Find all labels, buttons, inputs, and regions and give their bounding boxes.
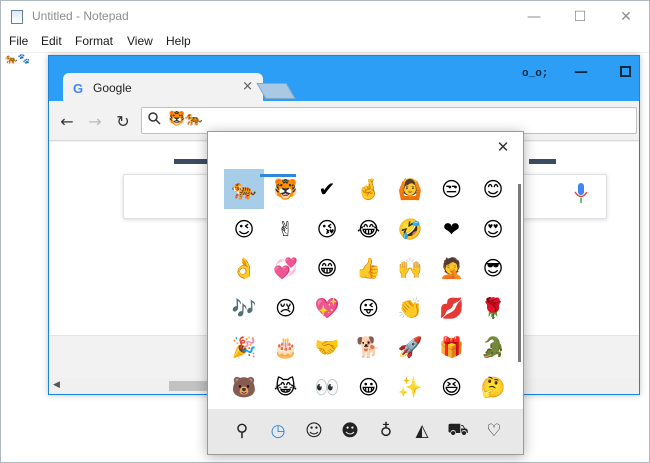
close-icon[interactable]: ✕ <box>603 1 649 32</box>
active-tab-indicator <box>260 174 296 177</box>
emoji-item[interactable]: 🎂 <box>266 327 306 367</box>
tab-people-icon[interactable]: ☻ <box>337 418 363 444</box>
emoji-item[interactable]: 🚀 <box>390 327 430 367</box>
emoji-item[interactable]: 😆 <box>432 367 472 407</box>
emoji-item[interactable]: 😂 <box>349 209 389 249</box>
emoji-item[interactable]: 💞 <box>266 248 306 288</box>
scroll-left-icon[interactable]: ◀ <box>53 380 60 390</box>
menu-file[interactable]: File <box>9 34 28 48</box>
emoji-item[interactable]: 🐻 <box>224 367 264 407</box>
menubar-divider <box>1 52 649 53</box>
forward-icon[interactable]: → <box>85 111 105 131</box>
tab-close-icon[interactable]: × <box>242 79 253 94</box>
emoji-item[interactable]: 🎉 <box>224 327 264 367</box>
emoji-item[interactable]: 😁 <box>307 248 347 288</box>
reload-icon[interactable]: ↻ <box>113 111 133 131</box>
emoji-item[interactable]: 💖 <box>307 288 347 328</box>
tab-smiley-icon[interactable]: ☺ <box>301 418 327 444</box>
emoji-item[interactable]: 😜 <box>349 288 389 328</box>
notepad-titlebar[interactable]: Untitled - Notepad — ☐ ✕ <box>1 1 649 32</box>
emoji-item[interactable]: 😊 <box>473 169 513 209</box>
emoji-item[interactable]: 👍 <box>349 248 389 288</box>
tab-food-icon[interactable]: ◭ <box>409 418 435 444</box>
notepad-text-area[interactable]: 🐅🐾 <box>5 54 30 65</box>
emoji-item[interactable]: 🐊 <box>473 327 513 367</box>
emoji-item[interactable]: ✨ <box>390 367 430 407</box>
emoji-item[interactable]: 😎 <box>473 248 513 288</box>
notepad-app-icon <box>11 10 23 24</box>
tab-google[interactable]: G Google × <box>63 73 263 103</box>
chrome-titlebar[interactable]: G Google × o_o; — <box>49 56 639 103</box>
menu-view[interactable]: View <box>127 34 153 48</box>
emoji-item[interactable]: 💋 <box>432 288 472 328</box>
emoji-item[interactable]: 😹 <box>266 367 306 407</box>
emoji-item[interactable]: 🤞 <box>349 169 389 209</box>
tab-recent-icon[interactable]: ◷ <box>265 418 291 444</box>
tab-celebration-icon[interactable]: ♁ <box>373 418 399 444</box>
back-icon[interactable]: ← <box>57 111 77 131</box>
emoji-item[interactable]: 😍 <box>473 209 513 249</box>
minimize-icon[interactable]: — <box>511 1 557 32</box>
emoji-item[interactable]: 👌 <box>224 248 264 288</box>
emoji-item[interactable]: 🎶 <box>224 288 264 328</box>
emoji-category-bar: ⚲ ◷ ☺ ☻ ♁ ◭ ⛟ ♡ <box>208 409 523 454</box>
tab-title: Google <box>93 81 132 95</box>
notepad-menubar: File Edit Format View Help <box>1 32 649 52</box>
emoji-item[interactable]: 🤔 <box>473 367 513 407</box>
google-logo-fragment <box>529 159 556 164</box>
menu-help[interactable]: Help <box>166 34 191 48</box>
chrome-maximize-icon[interactable] <box>620 66 631 77</box>
tab-symbols-icon[interactable]: ♡ <box>481 418 507 444</box>
omnibox[interactable]: 🐯🐅 <box>141 107 637 134</box>
emoji-item[interactable]: 🤝 <box>307 327 347 367</box>
maximize-icon[interactable]: ☐ <box>557 1 603 32</box>
menu-edit[interactable]: Edit <box>41 34 62 48</box>
emoji-scrollbar[interactable] <box>518 184 521 362</box>
emoji-item[interactable]: ✌ <box>266 209 306 249</box>
search-icon <box>148 112 161 129</box>
menu-format[interactable]: Format <box>75 34 113 48</box>
emoji-item[interactable]: ❤ <box>432 209 472 249</box>
emoji-item[interactable]: 👏 <box>390 288 430 328</box>
omnibox-text: 🐯🐅 <box>168 111 203 127</box>
emoji-item[interactable]: 🤣 <box>390 209 430 249</box>
google-favicon-icon: G <box>73 81 84 96</box>
emoji-item[interactable]: 😘 <box>307 209 347 249</box>
emoji-item[interactable]: 😒 <box>432 169 472 209</box>
close-icon[interactable]: ✕ <box>495 138 511 156</box>
emoji-item[interactable]: 🐅 <box>224 169 264 209</box>
emoji-item[interactable]: 🐕 <box>349 327 389 367</box>
emoji-item[interactable]: ✔ <box>307 169 347 209</box>
notepad-title: Untitled - Notepad <box>32 9 129 23</box>
emoji-item[interactable]: 🤦 <box>432 248 472 288</box>
emoji-item[interactable]: 🙆 <box>390 169 430 209</box>
emoji-item[interactable]: 😉 <box>224 209 264 249</box>
emoji-item[interactable]: 🌹 <box>473 288 513 328</box>
emoji-item[interactable]: 👀 <box>307 367 347 407</box>
emoji-item[interactable]: 🎁 <box>432 327 472 367</box>
tab-travel-icon[interactable]: ⛟ <box>445 418 471 444</box>
tab-search-icon[interactable]: ⚲ <box>229 418 255 444</box>
emoji-item[interactable]: 😢 <box>266 288 306 328</box>
microphone-icon[interactable] <box>574 181 588 205</box>
emoji-item[interactable]: 😀 <box>349 367 389 407</box>
profile-label[interactable]: o_o; <box>522 68 548 80</box>
chrome-minimize-icon[interactable]: — <box>571 64 591 80</box>
emoji-item[interactable]: 🙌 <box>390 248 430 288</box>
emoji-panel: ✕ 🐅 🐯 ✔ 🤞 🙆 😒 😊 😉 ✌ 😘 😂 🤣 ❤ 😍 👌 💞 😁 👍 🙌 🤦 😎 🎶 😢 💖 😜 👏 💋 🌹 🎉 🎂 🤝 🐕 🚀 🎁 🐊 🐻 😹 👀… <box>207 131 524 455</box>
